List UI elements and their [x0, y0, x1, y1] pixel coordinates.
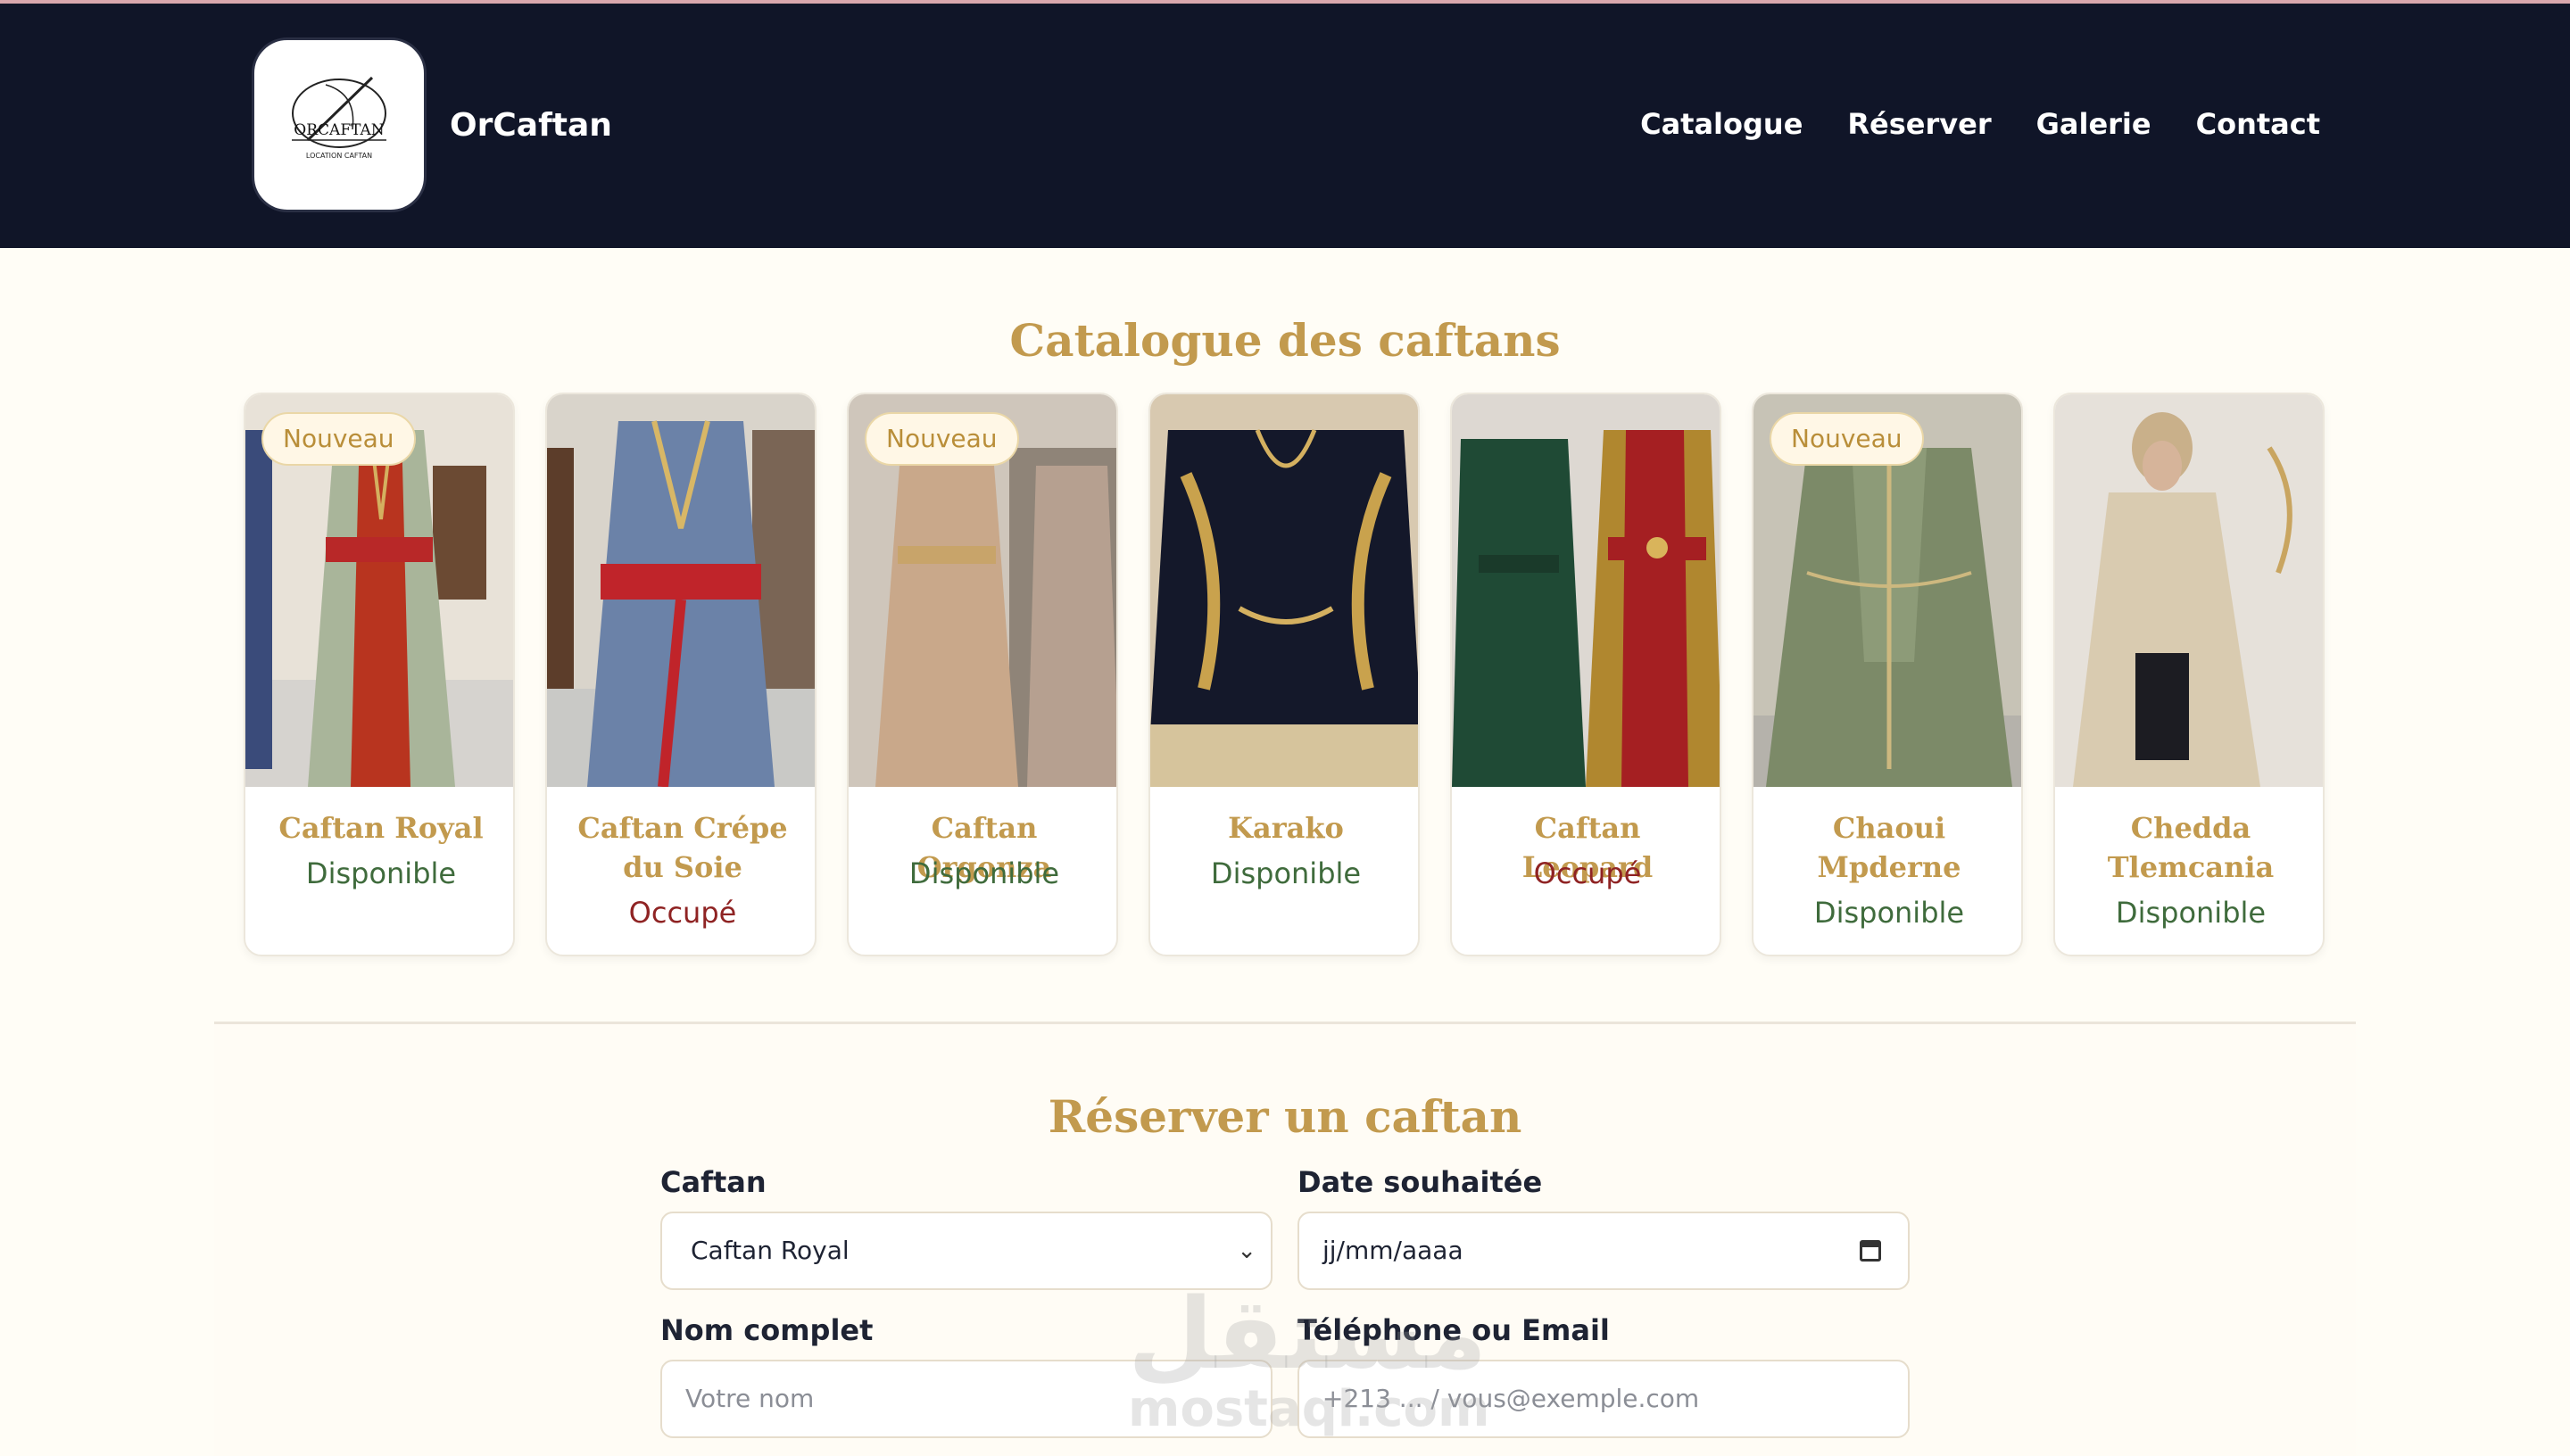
- needle-logo-icon: ORCAFTAN LOCATION CAFTAN: [292, 76, 386, 160]
- availability-status: Occupé: [1533, 856, 1642, 890]
- availability-status: Occupé: [628, 896, 737, 930]
- main-nav: Catalogue Réserver Galerie Contact: [1640, 107, 2320, 141]
- caftan-name: Chaoui Mpderne: [1817, 811, 1961, 884]
- calendar-icon[interactable]: [1860, 1240, 1881, 1262]
- reservation-title: Réserver un caftan: [1048, 1090, 1522, 1143]
- caftan-select-value: Caftan Royal: [691, 1236, 850, 1265]
- nav-catalogue[interactable]: Catalogue: [1640, 107, 1803, 141]
- nav-galerie[interactable]: Galerie: [2036, 107, 2151, 141]
- caftan-card[interactable]: Karako Disponible: [1148, 393, 1420, 956]
- date-input[interactable]: jj/mm/aaaa: [1297, 1212, 1910, 1290]
- new-badge: Nouveau: [1770, 412, 1924, 466]
- caftan-name: Caftan Royal: [278, 811, 484, 845]
- availability-status: Disponible: [2115, 896, 2267, 930]
- caftan-card[interactable]: Nouveau Caftan Orgonza Disponible: [847, 393, 1118, 956]
- reservation-panel: [214, 1024, 2356, 1456]
- name-label: Nom complet: [660, 1313, 874, 1347]
- brand-name[interactable]: OrCaftan: [450, 107, 612, 144]
- caftan-card[interactable]: Nouveau Caftan Royal Disponible: [244, 393, 515, 956]
- availability-status: Disponible: [908, 856, 1060, 890]
- caftan-name: Karako: [1228, 811, 1344, 845]
- caftan-card[interactable]: Caftan Leopard Occupé: [1450, 393, 1721, 956]
- caftan-card[interactable]: Nouveau Chaoui Mpderne Disponible: [1752, 393, 2023, 956]
- svg-text:ORCAFTAN: ORCAFTAN: [294, 121, 385, 139]
- date-label: Date souhaitée: [1297, 1165, 1543, 1199]
- caftan-photo: [2055, 394, 2323, 787]
- site-header: ORCAFTAN LOCATION CAFTAN OrCaftan Catalo…: [0, 4, 2570, 248]
- caftan-name: Chedda Tlemcania: [2107, 811, 2275, 884]
- availability-status: Disponible: [1813, 896, 1965, 930]
- nav-reserver[interactable]: Réserver: [1847, 107, 1991, 141]
- caftan-photo: [1452, 394, 1720, 787]
- caftan-card[interactable]: Caftan Crépe du Soie Occupé: [545, 393, 817, 956]
- date-placeholder: jj/mm/aaaa: [1322, 1236, 1463, 1265]
- catalogue-title: Catalogue des caftans: [1009, 314, 1561, 367]
- nav-contact[interactable]: Contact: [2196, 107, 2320, 141]
- availability-status: Disponible: [305, 856, 457, 890]
- caftan-photo: [1150, 394, 1418, 787]
- svg-text:LOCATION CAFTAN: LOCATION CAFTAN: [306, 152, 372, 160]
- caftan-catalogue: Nouveau Caftan Royal Disponible Caftan C…: [244, 393, 2326, 956]
- caftan-card[interactable]: Chedda Tlemcania Disponible: [2053, 393, 2325, 956]
- caftan-select[interactable]: Caftan Royal ⌄: [660, 1212, 1273, 1290]
- caftan-photo: [547, 394, 815, 787]
- name-placeholder: Votre nom: [685, 1384, 815, 1413]
- name-input[interactable]: Votre nom: [660, 1360, 1273, 1438]
- chevron-down-icon: ⌄: [1237, 1237, 1256, 1264]
- caftan-name: Caftan Crépe du Soie: [577, 811, 788, 884]
- caftan-label: Caftan: [660, 1165, 767, 1199]
- contact-input[interactable]: +213 ... / vous@exemple.com: [1297, 1360, 1910, 1438]
- availability-status: Disponible: [1210, 856, 1362, 890]
- contact-label: Téléphone ou Email: [1297, 1313, 1610, 1347]
- logo[interactable]: ORCAFTAN LOCATION CAFTAN: [252, 37, 427, 212]
- new-badge: Nouveau: [261, 412, 416, 466]
- contact-placeholder: +213 ... / vous@exemple.com: [1322, 1384, 1700, 1413]
- new-badge: Nouveau: [865, 412, 1019, 466]
